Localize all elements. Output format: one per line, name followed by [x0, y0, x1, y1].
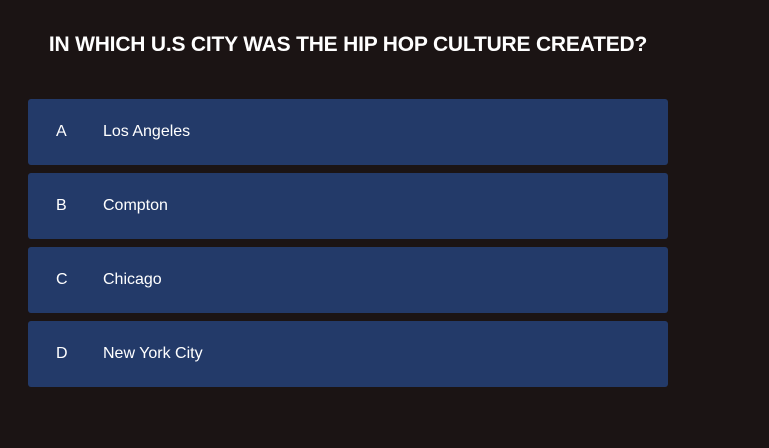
answer-letter: C	[56, 271, 68, 288]
answer-text: Chicago	[103, 271, 162, 288]
answer-text: Los Angeles	[103, 123, 191, 140]
answer-option-b[interactable]: B Compton	[28, 173, 668, 239]
answer-option-c[interactable]: C Chicago	[28, 247, 668, 313]
answer-letter: D	[56, 345, 68, 362]
answer-option-d[interactable]: D New York City	[28, 321, 668, 387]
answer-text: Compton	[103, 197, 168, 214]
answer-letter: A	[56, 123, 67, 140]
answer-letter: B	[56, 197, 67, 214]
answer-text: New York City	[103, 345, 203, 362]
answer-list: A Los Angeles B Compton C Chicago D New …	[28, 99, 668, 395]
question-text: IN WHICH U.S CITY WAS THE HIP HOP CULTUR…	[48, 33, 648, 56]
answer-option-a[interactable]: A Los Angeles	[28, 99, 668, 165]
